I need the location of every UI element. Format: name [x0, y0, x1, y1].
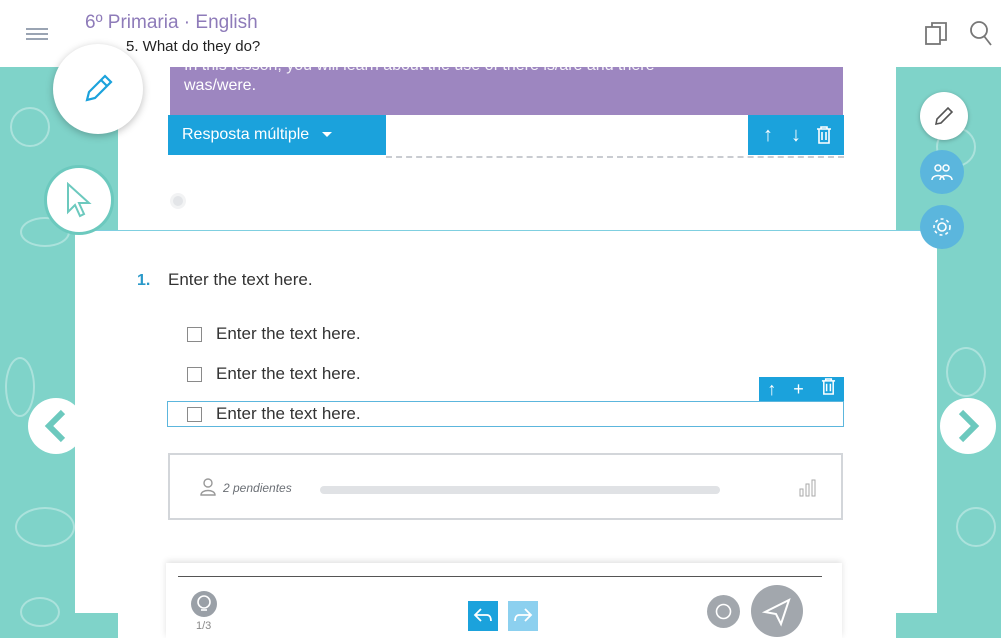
settings-gear-icon[interactable] [920, 205, 964, 249]
doodle-decoration [5, 357, 35, 417]
doodle-decoration [946, 347, 986, 397]
previous-page-button[interactable] [28, 398, 84, 454]
option-checkbox[interactable] [187, 406, 202, 422]
activity-toolbar: Resposta múltiple ↑ ↓ [168, 115, 844, 158]
edit-pencil-icon[interactable] [920, 92, 968, 140]
option-actions: ↑ + [759, 377, 844, 401]
doodle-decoration [15, 507, 75, 547]
redo-button[interactable] [508, 601, 538, 631]
responses-summary: 2 pendientes [168, 453, 843, 520]
doodle-decoration [10, 107, 50, 147]
delete-icon[interactable] [810, 121, 838, 149]
question-text[interactable]: Enter the text here. [168, 270, 313, 290]
question-number: 1. [137, 272, 151, 289]
progress-bar [320, 486, 720, 494]
banner-text: In this lesson, you will learn about the… [184, 67, 655, 75]
doodle-decoration [20, 597, 60, 627]
divider-line [178, 576, 822, 577]
send-icon[interactable] [751, 585, 803, 637]
option-checkbox[interactable] [187, 326, 202, 342]
pending-count: 2 pendientes [223, 481, 292, 495]
cursor-tool-button[interactable] [44, 165, 114, 235]
answer-option: Enter the text here. [187, 323, 361, 345]
refresh-icon[interactable] [707, 595, 740, 628]
hamburger-menu-icon[interactable] [26, 28, 48, 40]
banner-text-line2: was/were. [184, 77, 257, 94]
next-page-button[interactable] [940, 398, 996, 454]
dashed-separator [386, 156, 844, 158]
intro-banner: In this lesson, you will learn about the… [170, 67, 843, 115]
delete-icon[interactable] [821, 378, 836, 400]
search-icon[interactable] [968, 20, 994, 46]
doodle-decoration [956, 507, 996, 547]
undo-button[interactable] [468, 601, 498, 631]
add-option-icon[interactable]: + [793, 379, 804, 400]
edit-pencil-button[interactable] [53, 44, 143, 134]
section-divider [75, 230, 945, 231]
move-up-icon[interactable]: ↑ [767, 379, 776, 400]
unit-title: 5. What do they do? [126, 38, 261, 55]
option-label[interactable]: Enter the text here. [216, 404, 361, 424]
page-indicator: 1/3 [196, 620, 212, 632]
answer-option: Enter the text here. [187, 363, 361, 385]
option-label[interactable]: Enter the text here. [216, 324, 361, 344]
copy-pages-icon[interactable] [924, 20, 950, 46]
stats-icon[interactable] [799, 479, 817, 497]
option-checkbox[interactable] [187, 366, 202, 382]
answer-option: Enter the text here. [187, 403, 361, 425]
app-header: 6º Primaria · English 5. What do they do… [0, 0, 1001, 67]
bottom-toolbar: 1/3 [166, 563, 842, 638]
option-label[interactable]: Enter the text here. [216, 364, 361, 384]
block-actions: ↑ ↓ [748, 115, 844, 155]
users-group-icon[interactable] [920, 150, 964, 194]
course-title: 6º Primaria · English [85, 12, 258, 33]
hint-lightbulb-icon[interactable] [191, 591, 217, 617]
caret-down-icon [321, 132, 332, 138]
activity-type-label: Resposta múltiple [182, 126, 310, 143]
radio-button[interactable] [170, 193, 186, 209]
activity-type-dropdown[interactable]: Resposta múltiple [168, 115, 386, 155]
move-up-icon[interactable]: ↑ [754, 121, 782, 149]
user-icon [200, 478, 216, 496]
move-down-icon[interactable]: ↓ [782, 121, 810, 149]
